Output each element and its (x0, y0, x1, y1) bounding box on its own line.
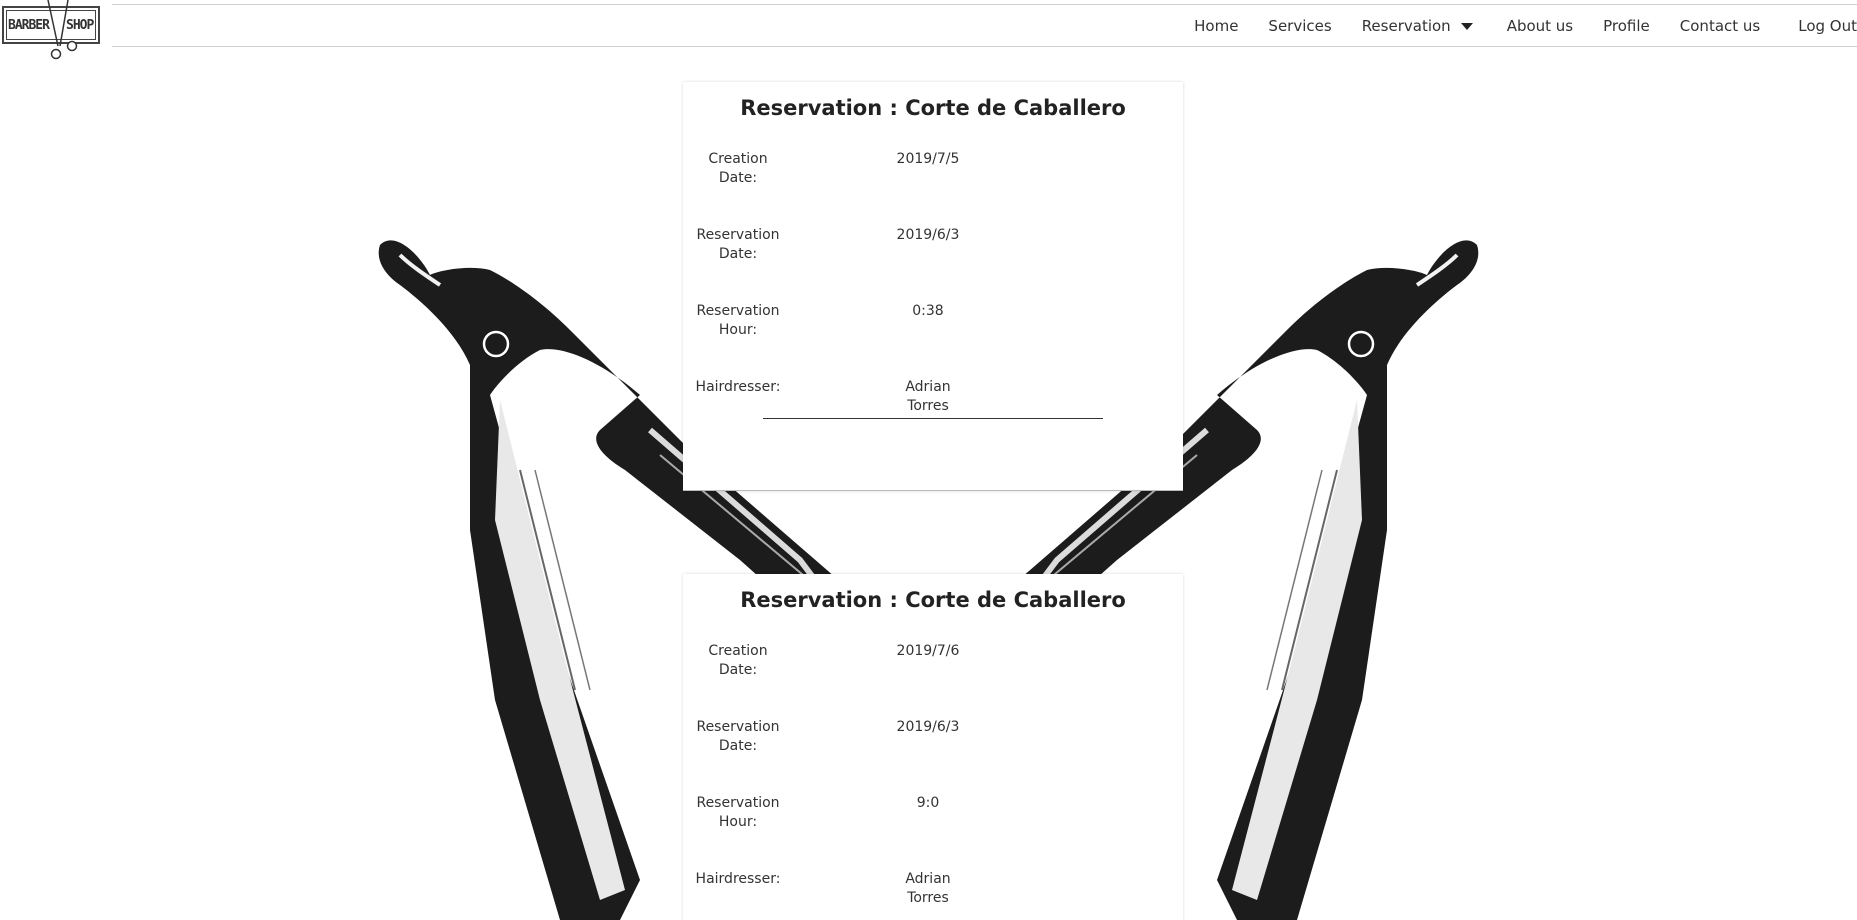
reservation-hour-row: Reservation Hour: 9:0 (683, 794, 1183, 870)
reservation-date-row: Reservation Date: 2019/6/3 (683, 718, 1183, 794)
nav-menu: Home Services Reservation About us Profi… (1179, 17, 1857, 35)
creation-date-label: Creation Date: (708, 643, 768, 678)
nav-reservation-dropdown[interactable]: Reservation (1347, 17, 1488, 35)
navbar: BARBER SHOP Home Services Reservation Ab… (0, 0, 1857, 60)
reservation-title: Reservation : Corte de Caballero (740, 96, 1126, 120)
reservation-date-value: 2019/6/3 (896, 719, 960, 735)
creation-date-row: Creation Date: 2019/7/5 (683, 150, 1183, 226)
reservation-hour-value: 0:38 (912, 303, 944, 319)
hairdresser-value: Adrian Torres (905, 379, 951, 414)
nav-home-link[interactable]: Home (1179, 17, 1253, 35)
reservation-hour-label: Reservation Hour: (696, 303, 780, 338)
hairdresser-row: Hairdresser: Adrian Torres (683, 870, 1183, 910)
reservation-date-label: Reservation Date: (696, 719, 780, 754)
card-divider (763, 418, 1103, 419)
creation-date-row: Creation Date: 2019/7/6 (683, 642, 1183, 718)
reservation-card: Reservation : Corte de Caballero Creatio… (683, 574, 1183, 920)
navbar-top-border (112, 4, 1857, 5)
hairdresser-label: Hairdresser: (695, 871, 781, 887)
reservation-hour-value: 9:0 (916, 795, 940, 811)
nav-profile-link[interactable]: Profile (1588, 17, 1665, 35)
reservation-hour-label: Reservation Hour: (696, 795, 780, 830)
nav-reservation-label: Reservation (1361, 17, 1451, 35)
reservation-date-row: Reservation Date: 2019/6/3 (683, 226, 1183, 302)
barber-shop-logo[interactable]: BARBER SHOP (2, 0, 102, 64)
reservation-date-label: Reservation Date: (696, 227, 780, 262)
nav-about-link[interactable]: About us (1492, 17, 1588, 35)
creation-date-value: 2019/7/5 (896, 151, 960, 167)
scissors-icon (47, 0, 78, 60)
hairdresser-row: Hairdresser: Adrian Torres (683, 378, 1183, 418)
creation-date-value: 2019/7/6 (896, 643, 960, 659)
page: BARBER SHOP Home Services Reservation Ab… (0, 0, 1857, 920)
nav-logout-link[interactable]: Log Out (1783, 17, 1857, 35)
reservation-details: Creation Date: 2019/7/5 Reservation Date… (683, 150, 1183, 418)
creation-date-label: Creation Date: (708, 151, 768, 186)
reservation-hour-row: Reservation Hour: 0:38 (683, 302, 1183, 378)
reservation-date-value: 2019/6/3 (896, 227, 960, 243)
reservation-details: Creation Date: 2019/7/6 Reservation Date… (683, 642, 1183, 910)
reservation-title: Reservation : Corte de Caballero (740, 588, 1126, 612)
reservation-card: Reservation : Corte de Caballero Creatio… (683, 82, 1183, 491)
nav-contact-link[interactable]: Contact us (1665, 17, 1775, 35)
navbar-bottom-border (112, 46, 1857, 47)
hairdresser-value: Adrian Torres (905, 871, 951, 906)
caret-down-icon (1460, 22, 1473, 30)
hairdresser-label: Hairdresser: (695, 379, 781, 395)
nav-services-link[interactable]: Services (1253, 17, 1346, 35)
